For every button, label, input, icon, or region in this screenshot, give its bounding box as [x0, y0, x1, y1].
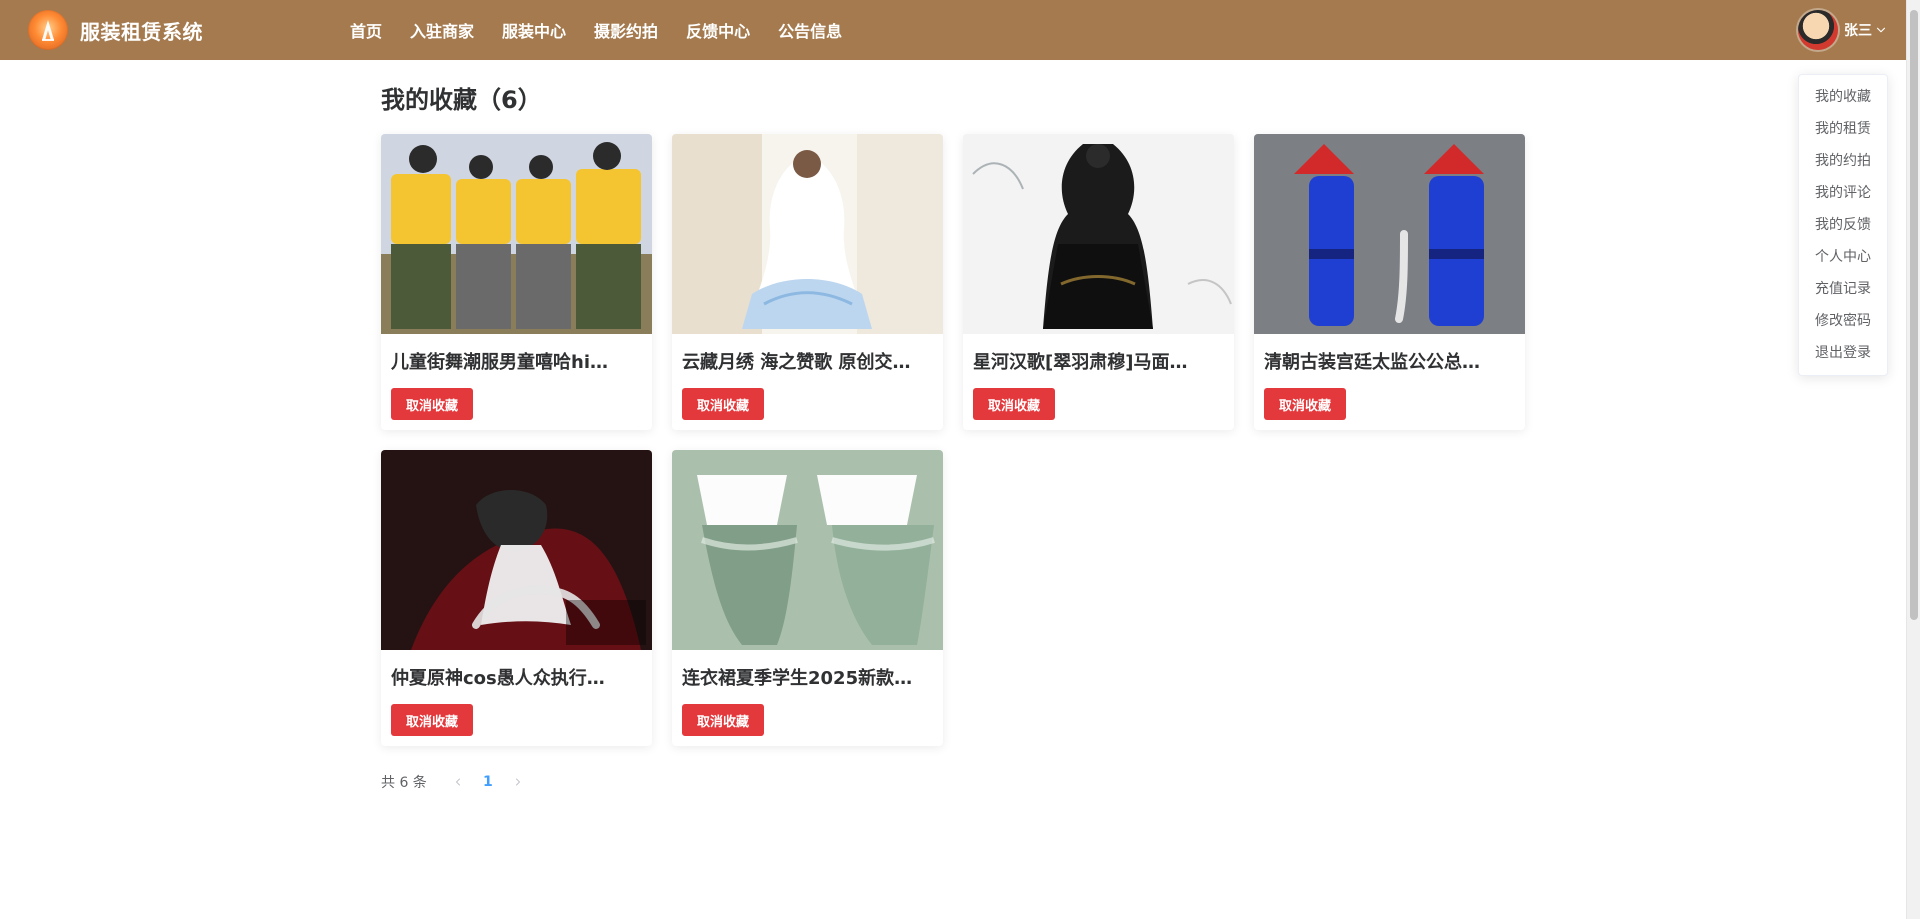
favorites-grid: 儿童街舞潮服男童嘻哈hi… 取消收藏 云藏月绣 海之赞歌 原创交… 取消收藏 星… [381, 134, 1526, 746]
main-nav: 首页 入驻商家 服装中心 摄影约拍 反馈中心 公告信息 [350, 0, 870, 60]
brand-title: 服装租赁系统 [80, 19, 203, 44]
menu-item-my-rentals[interactable]: 我的租赁 [1799, 113, 1887, 145]
nav-item-home[interactable]: 首页 [350, 18, 382, 42]
product-image[interactable] [381, 134, 652, 334]
menu-item-recharge-records[interactable]: 充值记录 [1799, 273, 1887, 305]
nav-item-photo-booking[interactable]: 摄影约拍 [594, 18, 658, 42]
pagination: 共 6 条 1 [381, 770, 533, 794]
menu-item-my-favorites[interactable]: 我的收藏 [1799, 81, 1887, 113]
brand[interactable]: 服装租赁系统 [28, 10, 203, 50]
chevron-down-icon[interactable] [1874, 23, 1888, 37]
menu-item-my-feedback[interactable]: 我的反馈 [1799, 209, 1887, 241]
unfavorite-button[interactable]: 取消收藏 [391, 388, 474, 420]
unfavorite-button[interactable]: 取消收藏 [1264, 388, 1347, 420]
nav-item-merchants[interactable]: 入驻商家 [410, 18, 474, 42]
favorite-card[interactable]: 儿童街舞潮服男童嘻哈hi… 取消收藏 [381, 134, 652, 430]
product-title[interactable]: 清朝古装宫廷太监公公总… [1264, 348, 1515, 374]
product-image[interactable] [672, 134, 943, 334]
unfavorite-button[interactable]: 取消收藏 [391, 704, 474, 736]
chevron-left-icon[interactable] [443, 770, 473, 794]
user-avatar[interactable] [1798, 10, 1838, 50]
product-image[interactable] [381, 450, 652, 650]
menu-item-my-comments[interactable]: 我的评论 [1799, 177, 1887, 209]
unfavorite-button[interactable]: 取消收藏 [682, 388, 765, 420]
nav-item-announcements[interactable]: 公告信息 [778, 18, 842, 42]
product-title[interactable]: 儿童街舞潮服男童嘻哈hi… [391, 348, 642, 374]
product-title[interactable]: 星河汉歌[翠羽肃穆]马面… [973, 348, 1224, 374]
menu-item-my-photo-bookings[interactable]: 我的约拍 [1799, 145, 1887, 177]
product-image[interactable] [672, 450, 943, 650]
nav-item-feedback-center[interactable]: 反馈中心 [686, 18, 750, 42]
favorite-card[interactable]: 仲夏原神cos愚人众执行… 取消收藏 [381, 450, 652, 746]
menu-item-change-password[interactable]: 修改密码 [1799, 305, 1887, 337]
menu-item-logout[interactable]: 退出登录 [1799, 337, 1887, 369]
chevron-right-icon[interactable] [503, 770, 533, 794]
pagination-page[interactable]: 1 [473, 770, 503, 794]
product-image[interactable] [1254, 134, 1525, 334]
product-image[interactable] [963, 134, 1234, 334]
menu-item-profile[interactable]: 个人中心 [1799, 241, 1887, 273]
product-title[interactable]: 仲夏原神cos愚人众执行… [391, 664, 642, 690]
brand-logo-icon [28, 10, 68, 50]
favorite-card[interactable]: 星河汉歌[翠羽肃穆]马面… 取消收藏 [963, 134, 1234, 430]
scrollbar-thumb[interactable] [1910, 10, 1918, 620]
pagination-total: 共 6 条 [381, 775, 427, 791]
user-dropdown-menu: 我的收藏 我的租赁 我的约拍 我的评论 我的反馈 个人中心 充值记录 修改密码 … [1798, 74, 1888, 376]
favorite-card[interactable]: 云藏月绣 海之赞歌 原创交… 取消收藏 [672, 134, 943, 430]
nav-item-clothing-center[interactable]: 服装中心 [502, 18, 566, 42]
top-navbar: 服装租赁系统 首页 入驻商家 服装中心 摄影约拍 反馈中心 公告信息 张三 [0, 0, 1920, 60]
username[interactable]: 张三 [1844, 20, 1872, 40]
unfavorite-button[interactable]: 取消收藏 [682, 704, 765, 736]
product-title[interactable]: 云藏月绣 海之赞歌 原创交… [682, 348, 933, 374]
page-scrollbar[interactable] [1906, 0, 1920, 919]
favorite-card[interactable]: 连衣裙夏季学生2025新款… 取消收藏 [672, 450, 943, 746]
user-menu-trigger[interactable]: 张三 [1798, 10, 1888, 50]
product-title[interactable]: 连衣裙夏季学生2025新款… [682, 664, 933, 690]
page-title: 我的收藏（6） [381, 86, 542, 114]
favorite-card[interactable]: 清朝古装宫廷太监公公总… 取消收藏 [1254, 134, 1525, 430]
unfavorite-button[interactable]: 取消收藏 [973, 388, 1056, 420]
